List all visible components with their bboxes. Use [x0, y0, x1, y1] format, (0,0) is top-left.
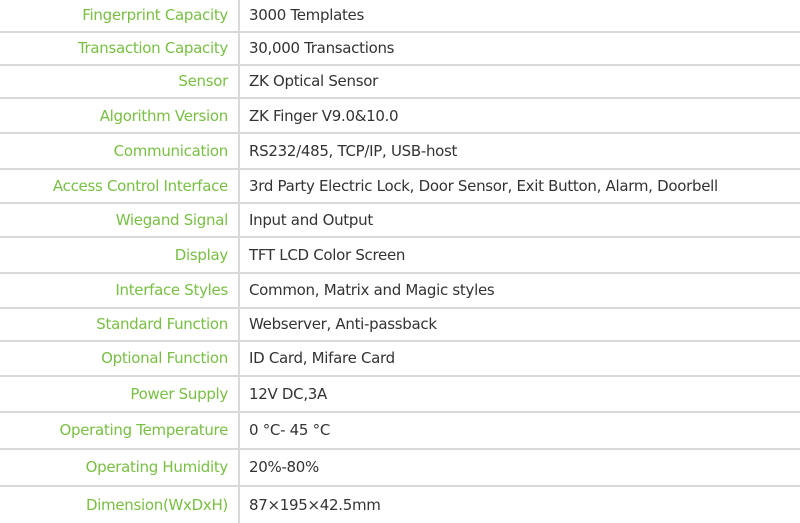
spec-value: 3rd Party Electric Lock, Door Sensor, Ex… [249, 176, 718, 195]
spec-label: Power Supply [130, 384, 228, 403]
spec-label: Dimension(WxDxH) [85, 495, 228, 514]
spec-value: 20%-80% [249, 458, 319, 476]
spec-label: Interface Styles [115, 281, 228, 300]
spec-value: ZK Finger V9.0&10.0 [249, 106, 399, 125]
spec-value: RS232/485, TCP/IP, USB-host [249, 141, 458, 160]
spec-label: Communication [113, 141, 229, 160]
spec-label: Wiegand Signal [115, 210, 229, 229]
spec-value: 0 °C- 45 °C [249, 421, 330, 439]
spec-label: Algorithm Version [99, 106, 229, 125]
spec-value: Common, Matrix and Magic styles [249, 281, 495, 300]
spec-label: Access Control Interface [52, 176, 228, 195]
spec-row: Access Control Interface 3rd Party Electr… [0, 169, 800, 204]
spec-value: 12V DC,3A [249, 384, 328, 403]
spec-label: Operating Temperature [59, 421, 229, 439]
spec-row: Interface Styles Common, Matrix and Magic… [0, 274, 800, 309]
spec-label: Operating Humidity [85, 458, 229, 476]
spec-value: TFT LCD Color Screen [249, 246, 406, 264]
spec-row: Wiegand Signal Input and Output [0, 203, 800, 238]
spec-row: Operating Humidity 20%-80% [0, 449, 800, 487]
spec-value: 3000 Templates [249, 6, 365, 25]
spec-row: Fingerprint Capacity 3000 Templates [0, 0, 800, 33]
spec-row: Power Supply 12V DC,3A [0, 376, 800, 413]
spec-label: Optional Function [101, 349, 228, 368]
spec-label: Fingerprint Capacity [82, 6, 228, 25]
spec-row: Dimension(WxDxH) 87×195×42.5mm [0, 486, 800, 523]
spec-value: Webserver, Anti-passback [249, 315, 437, 334]
spec-label: Transaction Capacity [77, 39, 228, 57]
spec-row: Algorithm Version ZK Finger V9.0&10.0 [0, 99, 800, 134]
spec-row: Sensor ZK Optical Sensor [0, 65, 800, 99]
spec-value: ID Card, Mifare Card [249, 349, 395, 368]
spec-row: Communication RS232/485, TCP/IP, USB-host [0, 134, 800, 170]
spec-row: Transaction Capacity 30,000 Transactions [0, 32, 800, 66]
spec-value: Input and Output [249, 210, 373, 229]
spec-row: Display TFT LCD Color Screen [0, 238, 800, 274]
specifications-table: Fingerprint Capacity 3000 Templates Transa… [0, 0, 800, 523]
spec-row: Standard Function Webserver, Anti-passbac… [0, 308, 800, 342]
spec-value: 87×195×42.5mm [249, 495, 381, 514]
spec-label: Standard Function [96, 315, 228, 334]
spec-row: Optional Function ID Card, Mifare Card [0, 342, 800, 377]
spec-value: ZK Optical Sensor [249, 72, 378, 91]
spec-row: Operating Temperature 0 °C- 45 °C [0, 412, 800, 450]
spec-label: Sensor [178, 72, 228, 91]
spec-label: Display [174, 246, 229, 264]
spec-value: 30,000 Transactions [249, 39, 395, 57]
